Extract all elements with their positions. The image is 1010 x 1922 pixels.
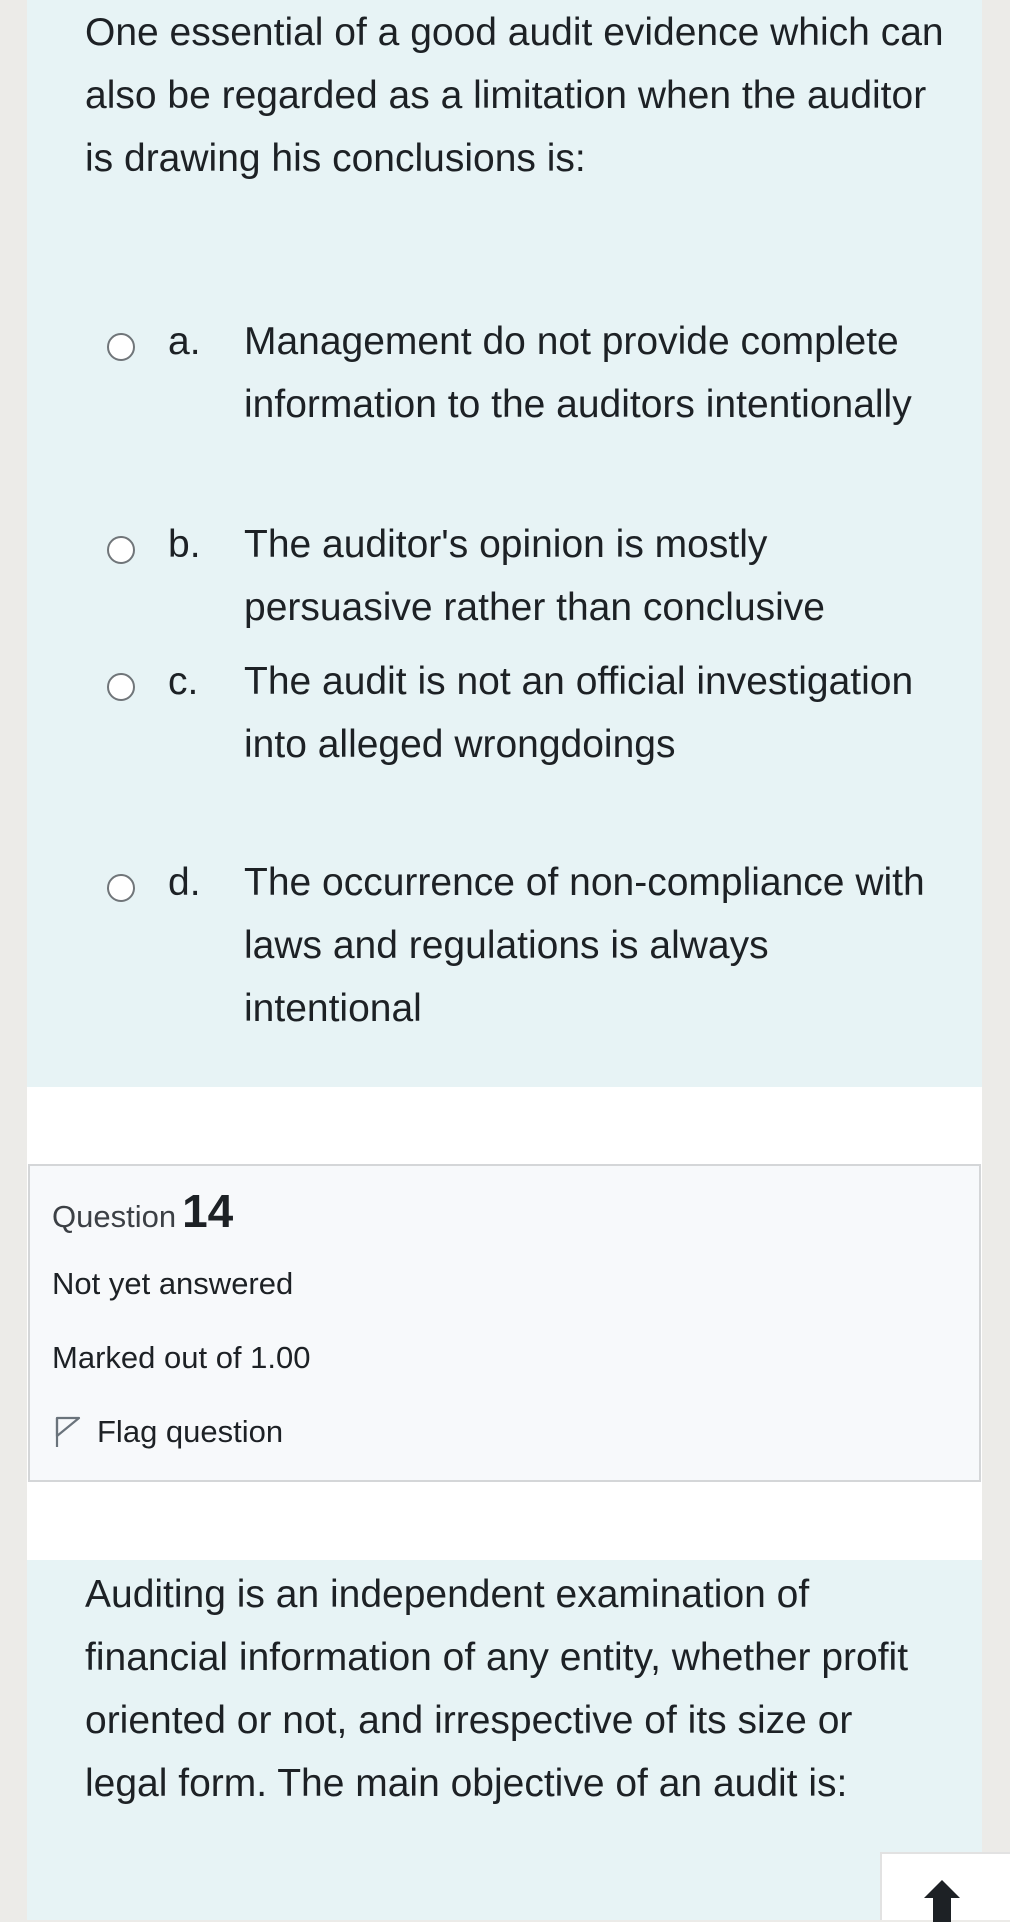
question-14-text: Auditing is an independent examination o… bbox=[85, 1573, 909, 1805]
radio-button-a[interactable] bbox=[107, 333, 135, 361]
radio-button-b[interactable] bbox=[107, 536, 135, 564]
question-state: Not yet answered bbox=[52, 1266, 294, 1301]
back-to-top-button[interactable] bbox=[880, 1852, 1010, 1922]
question-label: Question bbox=[52, 1199, 177, 1234]
quiz-page: One essential of a good audit evidence w… bbox=[27, 0, 982, 1920]
radio-button-d[interactable] bbox=[107, 874, 135, 902]
question-13-text: One essential of a good audit evidence w… bbox=[85, 11, 944, 180]
answer-text-a[interactable]: Management do not provide complete infor… bbox=[244, 310, 944, 436]
radio-button-c[interactable] bbox=[107, 673, 135, 701]
flag-question-label[interactable]: Flag question bbox=[97, 1414, 283, 1450]
question-number: Question 14 bbox=[52, 1184, 234, 1237]
question-14-info: Question 14 Not yet answered Marked out o… bbox=[28, 1164, 981, 1482]
answer-letter-b: b. bbox=[168, 523, 201, 566]
question-grade: Marked out of 1.00 bbox=[52, 1340, 311, 1375]
question-13-content: One essential of a good audit evidence w… bbox=[27, 0, 982, 1087]
answer-letter-a: a. bbox=[168, 320, 201, 363]
question-number-value: 14 bbox=[182, 1185, 234, 1237]
flag-outline-icon[interactable] bbox=[52, 1415, 82, 1449]
answer-text-d[interactable]: The occurrence of non-compliance with la… bbox=[244, 851, 944, 1040]
answer-text-c[interactable]: The audit is not an official investigati… bbox=[244, 650, 944, 776]
question-14-content: Auditing is an independent examination o… bbox=[27, 1560, 982, 1920]
answer-text-b[interactable]: The auditor's opinion is mostly persuasi… bbox=[244, 513, 944, 639]
answer-letter-c: c. bbox=[168, 660, 199, 703]
answer-letter-d: d. bbox=[168, 861, 201, 904]
arrow-up-icon bbox=[924, 1880, 960, 1922]
